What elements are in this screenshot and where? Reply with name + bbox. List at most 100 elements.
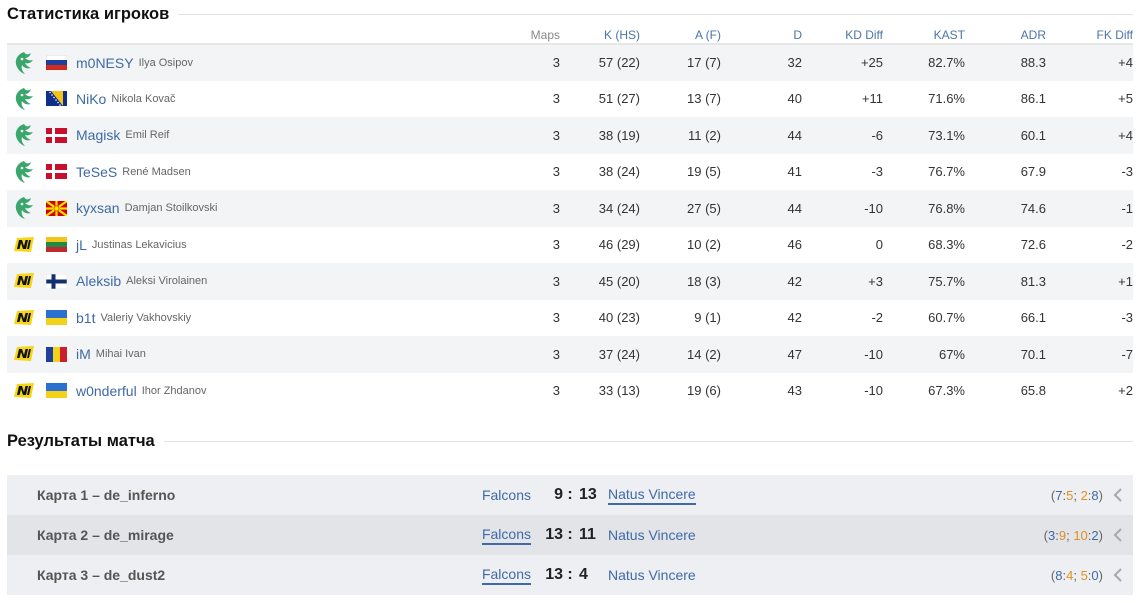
player-row: Aleksib Aleksi Virolainen 3 45 (20) 18 (… bbox=[7, 263, 1133, 300]
half2-team1: 2 bbox=[1080, 487, 1088, 503]
maps-value: 3 bbox=[552, 346, 560, 362]
header-deaths[interactable]: D bbox=[721, 26, 802, 45]
deaths-value: 47 bbox=[787, 346, 802, 362]
kd-diff-value: -10 bbox=[864, 200, 883, 216]
fk-diff-value: -2 bbox=[1121, 237, 1133, 253]
adr-value: 74.6 bbox=[1020, 200, 1046, 216]
player-nickname-link[interactable]: jL bbox=[76, 237, 87, 253]
deaths-value: 42 bbox=[787, 310, 802, 326]
player-full-name: René Madsen bbox=[122, 165, 191, 178]
header-player bbox=[7, 26, 469, 45]
player-cell: NiKo Nikola Kovač bbox=[7, 81, 469, 118]
team1-link[interactable]: Falcons bbox=[481, 526, 531, 545]
kills-value: 33 (13) bbox=[598, 383, 640, 399]
kd-diff-value: -2 bbox=[871, 310, 883, 326]
fk-diff-value: +2 bbox=[1118, 383, 1133, 399]
player-nickname-link[interactable]: iM bbox=[76, 346, 91, 362]
half-scores: (8:4; 5:0) bbox=[1050, 567, 1103, 583]
player-row: Magisk Emil Reif 3 38 (19) 11 (2) 44 -6 … bbox=[7, 117, 1133, 154]
maps-value: 3 bbox=[552, 237, 560, 253]
assists-value: 9 (1) bbox=[694, 310, 721, 326]
maps-value: 3 bbox=[552, 127, 560, 143]
fk-diff-value: -1 bbox=[1121, 200, 1133, 216]
flag-icon bbox=[46, 127, 67, 143]
kills-value: 51 (27) bbox=[598, 91, 640, 107]
map-result-row[interactable]: Карта 3 – de_dust2 Falcons 13 : 4 Natus … bbox=[7, 555, 1133, 595]
header-kast[interactable]: KAST bbox=[883, 26, 965, 45]
maps-value: 3 bbox=[552, 200, 560, 216]
fk-diff-value: -3 bbox=[1121, 164, 1133, 180]
deaths-value: 44 bbox=[787, 127, 802, 143]
match-results-list: Карта 1 – de_inferno Falcons 9 : 13 Natu… bbox=[7, 475, 1133, 595]
header-maps[interactable]: Maps bbox=[469, 26, 560, 45]
team2-link[interactable]: Natus Vincere bbox=[608, 527, 696, 544]
player-nickname-link[interactable]: b1t bbox=[76, 310, 95, 326]
player-row: NiKo Nikola Kovač 3 51 (27) 13 (7) 40 +1… bbox=[7, 81, 1133, 118]
header-assists[interactable]: A (F) bbox=[640, 26, 721, 45]
map-result-row[interactable]: Карта 2 – de_mirage Falcons 13 : 11 Natu… bbox=[7, 515, 1133, 555]
fk-diff-value: +4 bbox=[1118, 55, 1133, 71]
map-name: Карта 1 – de_inferno bbox=[37, 487, 176, 503]
kast-value: 73.1% bbox=[928, 127, 965, 143]
falcons-logo-icon bbox=[12, 196, 36, 220]
player-nickname-link[interactable]: Aleksib bbox=[76, 273, 121, 289]
adr-value: 86.1 bbox=[1020, 91, 1046, 107]
falcons-logo-icon bbox=[12, 51, 36, 75]
team2-link[interactable]: Natus Vincere bbox=[608, 486, 696, 505]
team2-link[interactable]: Natus Vincere bbox=[608, 567, 696, 584]
kd-diff-value: -3 bbox=[871, 164, 883, 180]
kd-diff-value: -10 bbox=[864, 383, 883, 399]
half1-team1: 3 bbox=[1048, 527, 1056, 543]
header-adr[interactable]: ADR bbox=[965, 26, 1046, 45]
maps-value: 3 bbox=[552, 383, 560, 399]
kast-value: 76.7% bbox=[928, 164, 965, 180]
player-nickname-link[interactable]: TeSeS bbox=[76, 164, 117, 180]
deaths-value: 41 bbox=[787, 164, 802, 180]
header-fk-diff[interactable]: FK Diff bbox=[1046, 26, 1133, 45]
team1-link[interactable]: Falcons bbox=[481, 566, 531, 585]
fk-diff-value: -7 bbox=[1121, 346, 1133, 362]
map-name: Карта 3 – de_dust2 bbox=[37, 567, 166, 583]
player-nickname-link[interactable]: NiKo bbox=[76, 91, 106, 107]
chevron-left-icon[interactable] bbox=[1111, 528, 1125, 542]
player-full-name: Emil Reif bbox=[125, 129, 170, 142]
adr-value: 70.1 bbox=[1020, 346, 1046, 362]
chevron-left-icon[interactable] bbox=[1111, 568, 1125, 582]
falcons-logo-icon bbox=[12, 160, 36, 184]
player-nickname-link[interactable]: kyxsan bbox=[76, 200, 120, 216]
player-row: w0nderful Ihor Zhdanov 3 33 (13) 19 (6) … bbox=[7, 373, 1133, 410]
assists-value: 18 (3) bbox=[687, 273, 721, 289]
kd-diff-value: 0 bbox=[875, 237, 883, 253]
header-kd-diff[interactable]: KD Diff bbox=[802, 26, 883, 45]
half1-team2: 4 bbox=[1066, 567, 1074, 583]
player-row: kyxsan Damjan Stoilkovski 3 34 (24) 27 (… bbox=[7, 190, 1133, 227]
score-separator: : bbox=[567, 486, 573, 503]
map-result-row[interactable]: Карта 1 – de_inferno Falcons 9 : 13 Natu… bbox=[7, 475, 1133, 515]
fk-diff-value: +4 bbox=[1118, 127, 1133, 143]
flag-icon bbox=[46, 383, 67, 399]
player-cell: kyxsan Damjan Stoilkovski bbox=[7, 190, 469, 227]
assists-value: 13 (7) bbox=[687, 91, 721, 107]
maps-value: 3 bbox=[552, 273, 560, 289]
kills-value: 38 (19) bbox=[598, 127, 640, 143]
kd-diff-value: +25 bbox=[860, 55, 883, 71]
player-cell: Magisk Emil Reif bbox=[7, 117, 469, 154]
player-full-name: Aleksi Virolainen bbox=[126, 275, 208, 288]
deaths-value: 44 bbox=[787, 200, 802, 216]
player-nickname-link[interactable]: Magisk bbox=[76, 127, 120, 143]
player-cell: TeSeS René Madsen bbox=[7, 154, 469, 191]
header-kills[interactable]: K (HS) bbox=[560, 26, 640, 45]
assists-value: 27 (5) bbox=[687, 200, 721, 216]
chevron-left-icon[interactable] bbox=[1111, 488, 1125, 502]
player-nickname-link[interactable]: w0nderful bbox=[76, 383, 137, 399]
player-nickname-link[interactable]: m0NESY bbox=[76, 55, 134, 71]
stats-section-header: Статистика игроков bbox=[7, 5, 1133, 24]
half2-team2: 0 bbox=[1091, 567, 1099, 583]
half2-team2: 2 bbox=[1091, 527, 1099, 543]
player-row: b1t Valeriy Vakhovskiy 3 40 (23) 9 (1) 4… bbox=[7, 300, 1133, 337]
team1-score: 9 bbox=[554, 486, 563, 503]
player-stats-table: Maps K (HS) A (F) D KD Diff KAST ADR FK … bbox=[7, 26, 1133, 409]
player-full-name: Justinas Lekavicius bbox=[91, 238, 187, 251]
team1-link[interactable]: Falcons bbox=[482, 487, 531, 504]
kd-diff-value: +3 bbox=[868, 273, 883, 289]
